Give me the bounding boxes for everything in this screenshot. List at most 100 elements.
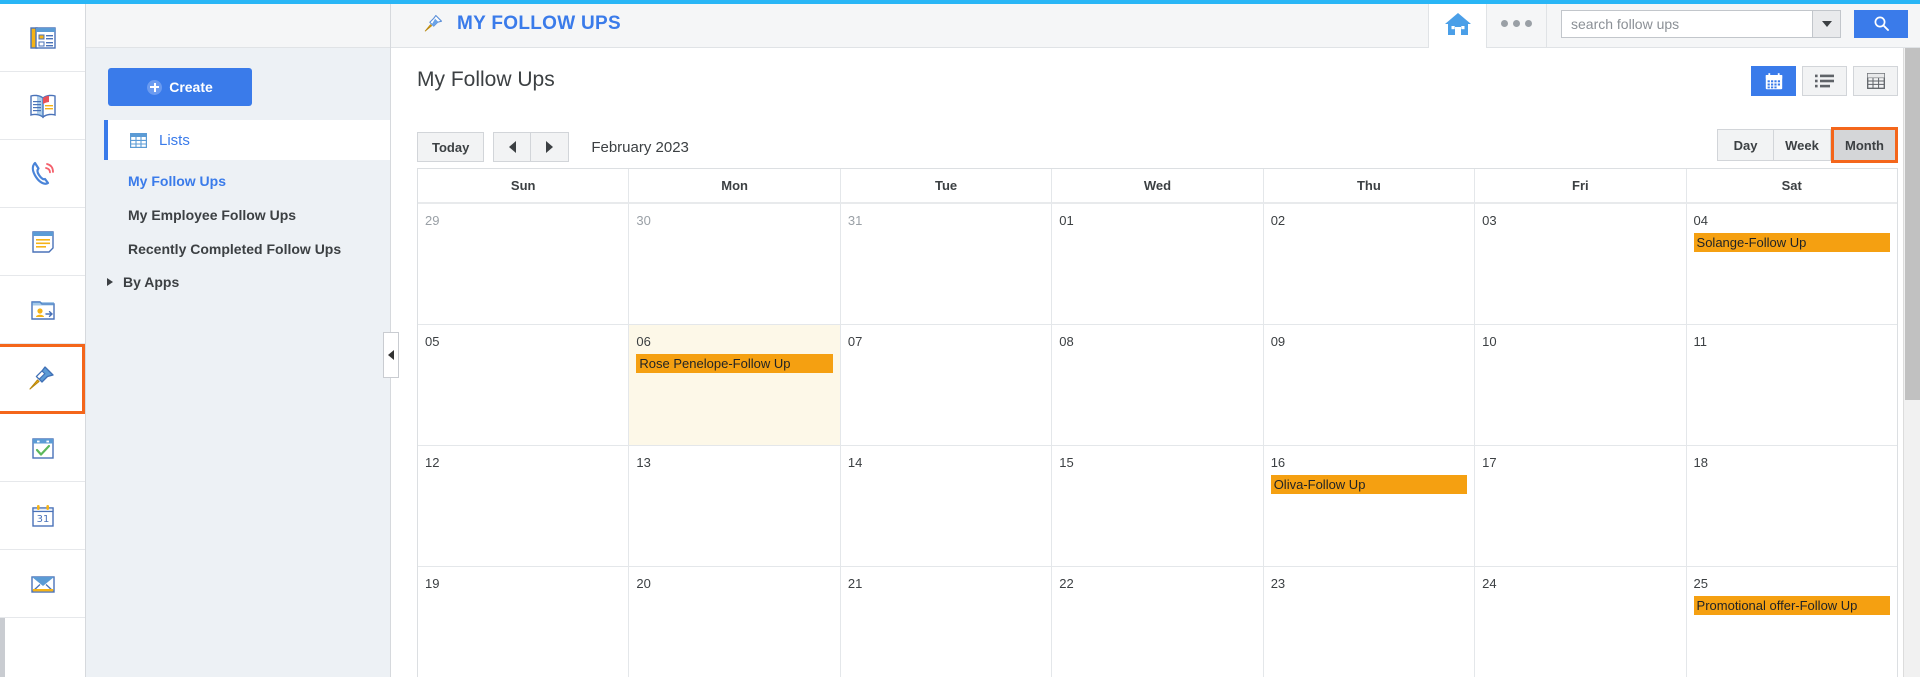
list-view-button[interactable]: [1802, 66, 1847, 96]
prev-month-button[interactable]: [493, 132, 532, 162]
rail-item-contacts[interactable]: [0, 276, 85, 344]
day-number: 09: [1270, 334, 1286, 349]
calendar-day-cell[interactable]: 24: [1475, 567, 1687, 677]
calendar-event[interactable]: Solange-Follow Up: [1693, 233, 1890, 252]
lists-section-header[interactable]: Lists: [104, 120, 390, 160]
calendar-day-cell[interactable]: 30: [629, 204, 841, 325]
header-search-group: [1546, 0, 1920, 48]
calendar-event[interactable]: Rose Penelope-Follow Up: [636, 354, 833, 373]
day-number: 14: [847, 455, 863, 470]
calendar-body: 29 30 31 01 02 03 04 Solange-Follow Up 05 06 Rose …: [418, 204, 1897, 677]
search-box: [1561, 9, 1841, 38]
weekday-header: Mon: [629, 169, 841, 204]
calendar-day-cell[interactable]: 06 Rose Penelope-Follow Up: [629, 325, 841, 446]
mail-icon: [30, 575, 55, 593]
calendar-day-cell[interactable]: 19: [418, 567, 630, 677]
left-panel: Create Lists My Follow Ups My Employee F…: [86, 0, 399, 677]
calendar-day-cell[interactable]: 23: [1263, 567, 1476, 677]
search-dropdown-button[interactable]: [1812, 10, 1840, 37]
calendar-day-cell[interactable]: 15: [1052, 446, 1264, 567]
chevron-down-icon: [1821, 20, 1832, 27]
contact-folder-icon: [30, 300, 55, 320]
nav-item-my-employee-follow-ups[interactable]: My Employee Follow Ups: [128, 206, 372, 225]
rail-item-follow-ups[interactable]: [0, 344, 85, 414]
calendar-day-cell[interactable]: 13: [629, 446, 841, 567]
day-number: 02: [1270, 213, 1286, 228]
nav-item-my-follow-ups[interactable]: My Follow Ups: [128, 172, 372, 191]
search-input[interactable]: [1562, 10, 1812, 37]
left-panel-nav: My Follow Ups My Employee Follow Ups Rec…: [86, 160, 390, 290]
calendar-day-cell[interactable]: 16 Oliva-Follow Up: [1263, 446, 1476, 567]
day-number: 20: [636, 576, 651, 591]
month-view-button[interactable]: Month: [1831, 127, 1898, 163]
calendar-day-cell[interactable]: 18: [1686, 446, 1897, 567]
next-month-button[interactable]: [531, 132, 570, 162]
table-view-button[interactable]: [1853, 66, 1898, 96]
calendar-day-cell[interactable]: 12: [418, 446, 630, 567]
rail-item-notes[interactable]: [0, 208, 85, 276]
calendar-day-cell[interactable]: 31: [840, 204, 1053, 325]
day-number: 06: [636, 334, 651, 349]
plus-circle-icon: [147, 79, 163, 95]
calendar-event[interactable]: Oliva-Follow Up: [1270, 475, 1468, 494]
day-number: 05: [425, 334, 440, 349]
calendar-day-cell[interactable]: 02: [1263, 204, 1476, 325]
panel-collapse-handle[interactable]: [383, 332, 399, 378]
rail-item-calls[interactable]: [0, 140, 85, 208]
home-button[interactable]: [1428, 0, 1486, 48]
nav-item-label: My Follow Ups: [128, 173, 226, 189]
calendar-day-cell[interactable]: 05: [418, 325, 630, 446]
create-button[interactable]: Create: [108, 68, 252, 106]
calendar-day-cell[interactable]: 22: [1052, 567, 1264, 677]
calendar-event[interactable]: Promotional offer-Follow Up: [1693, 596, 1890, 615]
rail-item-calendar[interactable]: 31: [0, 482, 85, 550]
grid-icon: [130, 132, 147, 148]
app-root: 31 Create Lists My Follow Ups My Employe…: [0, 0, 1920, 677]
day-view-button[interactable]: Day: [1717, 129, 1775, 161]
calendar-view-icon: [1765, 72, 1782, 89]
search-submit-button[interactable]: [1854, 9, 1908, 38]
more-dots-icon: [1501, 20, 1508, 27]
pin-icon: [424, 14, 443, 31]
by-apps-label: By Apps: [123, 274, 180, 290]
calendar-day-cell[interactable]: 07: [840, 325, 1053, 446]
icon-rail: 31: [0, 0, 86, 677]
calendar-day-cell[interactable]: 21: [840, 567, 1053, 677]
calendar-day-cell[interactable]: 29: [418, 204, 630, 325]
scrollbar-thumb[interactable]: [1905, 48, 1920, 400]
calendar-view-button[interactable]: [1751, 66, 1796, 96]
calendar-weekday-header-row: Sun Mon Tue Wed Thu Fri Sat: [418, 169, 1897, 204]
day-number: 08: [1059, 334, 1074, 349]
day-number: 23: [1270, 576, 1286, 591]
calendar-day-cell[interactable]: 01: [1052, 204, 1264, 325]
rail-item-tasks[interactable]: [0, 414, 85, 482]
create-button-label: Create: [169, 79, 213, 95]
nav-item-by-apps[interactable]: By Apps: [107, 274, 372, 290]
calendar-day-cell[interactable]: 17: [1475, 446, 1687, 567]
calendar-grid: Sun Mon Tue Wed Thu Fri Sat 29 30 31 01 02 03…: [417, 168, 1898, 677]
nav-item-recently-completed-follow-ups[interactable]: Recently Completed Follow Ups: [128, 240, 372, 259]
calendar-day-cell[interactable]: 09: [1263, 325, 1476, 446]
calendar-day-cell[interactable]: 08: [1052, 325, 1264, 446]
more-options-button[interactable]: [1486, 0, 1546, 48]
rail-item-news[interactable]: [0, 4, 85, 72]
day-number: 19: [425, 576, 440, 591]
rail-item-mail[interactable]: [0, 550, 85, 618]
today-button[interactable]: Today: [417, 132, 485, 162]
app-header: MY FOLLOW UPS: [391, 0, 1920, 48]
calendar-day-cell[interactable]: 25 Promotional offer-Follow Up: [1686, 567, 1897, 677]
calendar-day-cell[interactable]: 20: [629, 567, 841, 677]
content-scrollbar[interactable]: [1903, 48, 1920, 677]
lists-label: Lists: [159, 131, 190, 149]
rail-item-book[interactable]: [0, 72, 85, 140]
calendar-day-cell[interactable]: 11: [1686, 325, 1897, 446]
list-view-icon: [1815, 74, 1834, 88]
view-toggle-group: [1745, 66, 1898, 96]
calendar-day-cell[interactable]: 04 Solange-Follow Up: [1686, 204, 1897, 325]
calendar-week-row: 05 06 Rose Penelope-Follow Up 07 08 09 10 11: [418, 325, 1897, 446]
calendar-day-cell[interactable]: 10: [1475, 325, 1687, 446]
calendar-day-cell[interactable]: 14: [840, 446, 1053, 567]
week-view-button[interactable]: Week: [1774, 129, 1832, 161]
top-accent-strip: [0, 0, 1920, 4]
calendar-day-cell[interactable]: 03: [1475, 204, 1687, 325]
